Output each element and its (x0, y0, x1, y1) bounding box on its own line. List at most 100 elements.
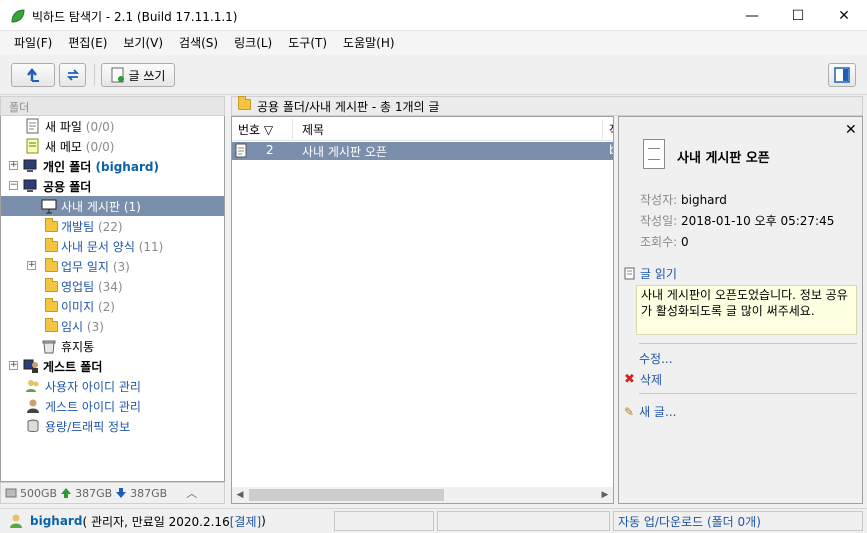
expand-icon[interactable]: + (27, 261, 36, 270)
tree-item-board[interactable]: 사내 게시판 (1) (1, 196, 224, 216)
new-post-link[interactable]: ✎ 새 글... (624, 403, 676, 420)
page-icon (624, 267, 635, 280)
horizontal-scrollbar[interactable]: ◀ ▶ (232, 487, 613, 503)
refresh-button[interactable] (59, 63, 86, 87)
menu-file[interactable]: 파일(F) (6, 33, 60, 53)
guest-user-icon (25, 398, 41, 414)
tree-item-temp[interactable]: 임시 (3) (1, 316, 224, 336)
up-folder-button[interactable] (11, 63, 55, 87)
tree-item-label: 업무 일지 (3) (61, 259, 130, 274)
detail-pane: ✕ 사내 게시판 오픈 작성자: bighard 작성일: 2018-01-10… (618, 116, 863, 504)
tree-item-label: 용량/트래픽 정보 (45, 419, 131, 434)
row-number: 2 (266, 143, 274, 157)
tree-item-guest-id-admin[interactable]: 게스트 아이디 관리 (1, 396, 224, 416)
storage-used: 387GB (75, 486, 113, 500)
edit-link[interactable]: 수정... (639, 350, 673, 367)
tree-item-traffic-info[interactable]: 용량/트래픽 정보 (1, 416, 224, 436)
column-author[interactable]: 작 (609, 121, 613, 138)
collapse-up-icon[interactable]: ︿ (186, 485, 197, 501)
new-file-icon (25, 118, 41, 134)
tree-item-sales-team[interactable]: 영업팀 (34) (1, 276, 224, 296)
refresh-icon (66, 69, 79, 81)
username: bighard (30, 514, 83, 528)
trash-icon (41, 338, 57, 354)
up-arrow-icon (61, 488, 72, 498)
post-list[interactable]: 번호 ▽ 제목 작 2 사내 게시판 오픈 b ◀ ▶ (231, 116, 614, 504)
database-icon (25, 418, 41, 434)
transfer-status[interactable]: 자동 업/다운로드 (폴더 0개) (613, 511, 863, 531)
tree-item-label: 개인 폴더 (bighard) (43, 159, 159, 174)
scrollbar-thumb[interactable] (249, 489, 444, 501)
column-separator[interactable] (602, 119, 603, 139)
pay-link[interactable]: [결제] (230, 513, 261, 530)
column-number[interactable]: 번호 ▽ (238, 121, 273, 138)
write-post-button[interactable]: 글 쓰기 (101, 63, 175, 87)
document-icon (235, 143, 247, 158)
tree-item-label: 공용 폴더 (43, 179, 92, 194)
path-bar: 공용 폴더/사내 게시판 - 총 1개의 글 (231, 96, 863, 116)
folder-icon (43, 317, 59, 334)
user-info: ( 관리자, 만료일 2020.2.16 (82, 514, 230, 529)
tree-item-shared-folder[interactable]: − 공용 폴더 (1, 176, 224, 196)
tree-item-label: 게스트 아이디 관리 (45, 399, 141, 414)
users-icon (25, 378, 41, 394)
menu-tools[interactable]: 도구(T) (280, 33, 335, 53)
board-icon (41, 198, 57, 214)
tree-item-personal-folder[interactable]: + 개인 폴더 (bighard) (1, 156, 224, 176)
post-views: 조회수: 0 (640, 235, 689, 249)
tree-item-label: 개발팀 (22) (61, 219, 123, 234)
tree-item-new-file[interactable]: 새 파일 (0/0) (1, 116, 224, 136)
close-button[interactable]: ✕ (821, 0, 867, 31)
expand-icon[interactable]: + (9, 361, 18, 370)
tree-item-work-log[interactable]: + 업무 일지 (3) (1, 256, 224, 276)
menu-help[interactable]: 도움말(H) (335, 33, 403, 53)
tree-item-images[interactable]: 이미지 (2) (1, 296, 224, 316)
divider (639, 343, 857, 344)
status-cell (334, 511, 434, 531)
column-separator[interactable] (292, 119, 293, 139)
tree-item-doc-templates[interactable]: 사내 문서 양식 (11) (1, 236, 224, 256)
tree-item-label: 새 파일 (0/0) (45, 119, 115, 134)
tree-item-trash[interactable]: 휴지통 (1, 336, 224, 356)
write-post-label: 글 쓰기 (128, 68, 166, 83)
menu-link[interactable]: 링크(L) (226, 33, 280, 53)
menu-view[interactable]: 보기(V) (115, 33, 171, 53)
folder-icon (43, 217, 59, 234)
toolbar: 글 쓰기 (0, 55, 867, 95)
tree-item-label: 휴지통 (61, 339, 95, 354)
storage-status: 500GB 387GB 387GB ︿ (0, 482, 225, 504)
minimize-button[interactable]: — (729, 0, 775, 31)
list-row[interactable]: 2 사내 게시판 오픈 b (232, 142, 613, 160)
column-title[interactable]: 제목 (302, 121, 324, 138)
menu-search[interactable]: 검색(S) (171, 33, 226, 53)
toggle-panel-button[interactable] (828, 63, 856, 87)
folder-tree[interactable]: 새 파일 (0/0) 새 메모 (0/0) + 개인 폴더 (bighard) … (0, 116, 225, 482)
post-title: 사내 게시판 오픈 (677, 151, 770, 166)
tree-item-guest-folder[interactable]: + 게스트 폴더 (1, 356, 224, 376)
tree-item-label: 사내 게시판 (1) (61, 199, 141, 214)
tree-item-label: 사내 문서 양식 (11) (61, 239, 164, 254)
tree-item-user-id-admin[interactable]: 사용자 아이디 관리 (1, 376, 224, 396)
new-memo-icon (25, 138, 41, 154)
user-info-end: ) (261, 514, 266, 528)
row-title: 사내 게시판 오픈 (302, 145, 387, 159)
scroll-left-icon[interactable]: ◀ (232, 487, 248, 503)
up-arrow-icon (27, 67, 39, 82)
panel-icon (834, 67, 850, 83)
menu-edit[interactable]: 편집(E) (60, 33, 115, 53)
maximize-button[interactable]: ☐ (775, 0, 821, 31)
scroll-right-icon[interactable]: ▶ (597, 487, 613, 503)
expand-icon[interactable]: + (9, 161, 18, 170)
close-icon[interactable]: ✕ (845, 122, 857, 138)
tree-item-dev-team[interactable]: 개발팀 (22) (1, 216, 224, 236)
tree-item-new-memo[interactable]: 새 메모 (0/0) (1, 136, 224, 156)
computer-icon (23, 158, 39, 174)
path-text: 공용 폴더/사내 게시판 - 총 1개의 글 (257, 99, 440, 114)
leaf-app-icon (11, 9, 25, 23)
toolbar-separator (94, 64, 95, 86)
read-post-link[interactable]: 글 읽기 (624, 265, 677, 282)
delete-link[interactable]: ✖ 삭제 (624, 371, 662, 388)
tree-item-label: 이미지 (2) (61, 299, 115, 314)
collapse-icon[interactable]: − (9, 181, 18, 190)
post-date: 작성일: 2018-01-10 오후 05:27:45 (640, 214, 835, 228)
